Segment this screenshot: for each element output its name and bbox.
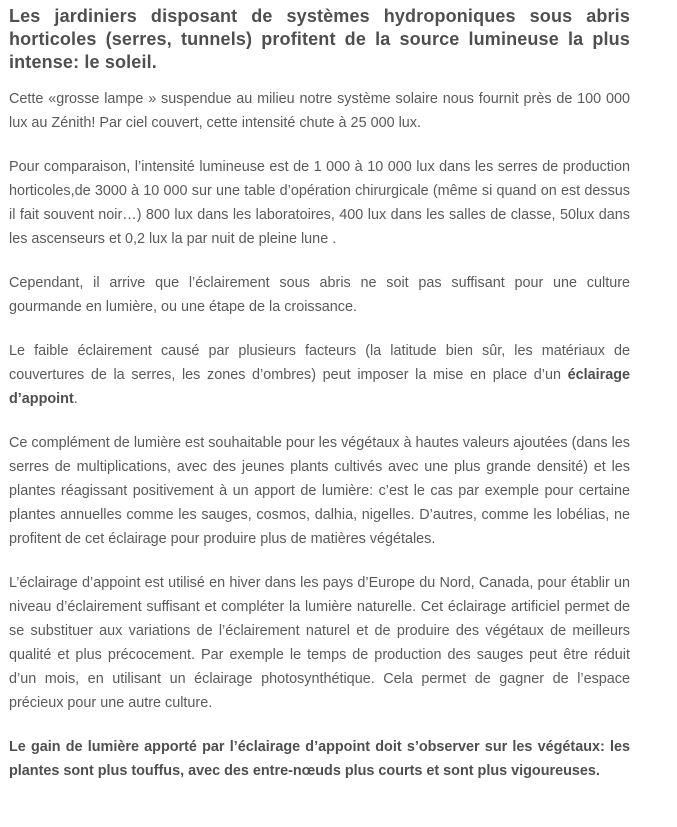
paragraph-comparison: Pour comparaison, l’intensité lumineuse …	[9, 159, 630, 247]
paragraph-sun-intensity: Cette «grosse lampe » suspendue au milie…	[9, 91, 630, 131]
article: Les jardiniers disposant de systèmes hyd…	[9, 0, 630, 783]
paragraph-weak-lighting-text: Le faible éclairement causé par plusieur…	[9, 343, 630, 383]
article-title: Les jardiniers disposant de systèmes hyd…	[9, 6, 630, 72]
paragraph-weak-lighting: Le faible éclairement causé par plusieur…	[9, 339, 630, 411]
paragraph-weak-lighting-end: .	[73, 391, 78, 407]
paragraph-light-complement: Ce complément de lumière est souhaitable…	[9, 435, 630, 547]
paragraph-insufficient-light: Cependant, il arrive que l’éclairement s…	[9, 275, 630, 315]
paragraph-light-gain: Le gain de lumière apporté par l’éclaira…	[9, 739, 630, 779]
paragraph-northern-europe: L’éclairage d’appoint est utilisé en hiv…	[9, 575, 630, 711]
